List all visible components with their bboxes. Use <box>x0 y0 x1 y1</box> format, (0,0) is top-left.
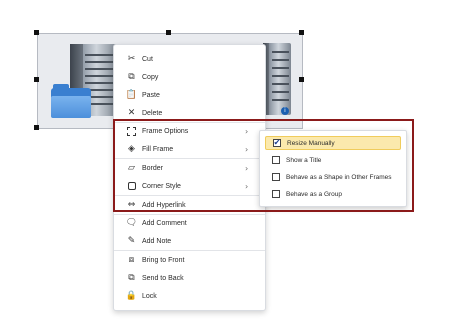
comment-icon: 🗨 <box>125 218 138 228</box>
menu-item-bring-to-front[interactable]: ⧈ Bring to Front <box>114 251 265 269</box>
frame-options-icon <box>126 126 137 137</box>
resize-handle-top-center[interactable] <box>166 30 171 35</box>
menu-item-label: Corner Style <box>142 182 181 190</box>
corner-style-icon <box>126 181 137 192</box>
checkbox[interactable] <box>272 156 280 164</box>
frame-options-submenu: ✔ Resize Manually Show a Title Behave as… <box>259 130 407 207</box>
submenu-item-show-a-title[interactable]: Show a Title <box>265 153 401 167</box>
chevron-right-icon: › <box>245 144 249 154</box>
copy-icon: ⧉ <box>128 72 135 82</box>
menu-item-add-comment[interactable]: 🗨 Add Comment <box>114 214 265 232</box>
resize-handle-top-right[interactable] <box>299 30 304 35</box>
submenu-item-behave-as-group[interactable]: Behave as a Group <box>265 187 401 201</box>
menu-item-delete[interactable]: ✕ Delete <box>114 104 265 122</box>
send-to-back-icon: ⧉ <box>128 273 135 283</box>
menu-item-label: Bring to Front <box>142 256 185 264</box>
menu-item-label: Cut <box>142 55 153 63</box>
link-icon: ⇔ <box>127 200 136 210</box>
resize-handle-middle-left[interactable] <box>34 77 39 82</box>
submenu-item-label: Resize Manually <box>287 139 335 147</box>
bring-to-front-icon: ⧈ <box>128 255 135 265</box>
menu-item-border[interactable]: ▱ Border › <box>114 159 265 177</box>
menu-item-label: Frame Options <box>142 127 189 135</box>
menu-item-label: Add Comment <box>142 219 187 227</box>
menu-item-label: Border <box>142 164 164 172</box>
folder-icon <box>51 84 91 118</box>
resize-handle-top-left[interactable] <box>34 30 39 35</box>
menu-item-paste[interactable]: 📋 Paste <box>114 86 265 104</box>
paste-icon: 📋 <box>125 90 138 100</box>
resize-handle-bottom-left[interactable] <box>34 125 39 130</box>
context-menu: ✂ Cut ⧉ Copy 📋 Paste ✕ Delete Frame Opti… <box>113 44 266 311</box>
menu-item-add-hyperlink[interactable]: ⇔ Add Hyperlink <box>114 196 265 214</box>
menu-item-add-note[interactable]: ✎ Add Note <box>114 232 265 250</box>
submenu-item-behave-as-shape[interactable]: Behave as a Shape in Other Frames <box>265 170 401 184</box>
chevron-right-icon: › <box>245 181 249 191</box>
menu-item-label: Add Note <box>142 237 172 245</box>
delete-icon: ✕ <box>127 108 136 118</box>
info-badge-icon: i <box>281 107 289 115</box>
menu-item-label: Send to Back <box>142 274 184 282</box>
scissors-icon: ✂ <box>127 54 136 64</box>
note-icon: ✎ <box>127 236 136 246</box>
lock-icon: 🔒 <box>125 291 138 301</box>
chevron-right-icon: › <box>245 163 249 173</box>
submenu-item-label: Behave as a Group <box>286 190 343 198</box>
submenu-item-label: Behave as a Shape in Other Frames <box>286 173 392 181</box>
menu-item-cut[interactable]: ✂ Cut <box>114 50 265 68</box>
resize-handle-middle-right[interactable] <box>299 77 304 82</box>
submenu-item-resize-manually[interactable]: ✔ Resize Manually <box>265 136 401 150</box>
checkbox[interactable] <box>272 190 280 198</box>
checkbox-checked[interactable]: ✔ <box>273 139 281 147</box>
menu-item-send-to-back[interactable]: ⧉ Send to Back <box>114 269 265 287</box>
menu-item-corner-style[interactable]: Corner Style › <box>114 177 265 195</box>
server-image-right: i <box>263 43 291 115</box>
menu-item-lock[interactable]: 🔒 Lock <box>114 287 265 305</box>
menu-item-frame-options[interactable]: Frame Options › <box>114 122 265 140</box>
menu-item-label: Paste <box>142 91 160 99</box>
menu-item-fill-frame[interactable]: ◈ Fill Frame › <box>114 140 265 158</box>
menu-item-label: Fill Frame <box>142 145 174 153</box>
menu-item-label: Lock <box>142 292 157 300</box>
chevron-right-icon: › <box>245 126 249 136</box>
submenu-item-label: Show a Title <box>286 156 322 164</box>
menu-item-label: Copy <box>142 73 159 81</box>
menu-item-label: Add Hyperlink <box>142 201 186 209</box>
menu-item-copy[interactable]: ⧉ Copy <box>114 68 265 86</box>
checkbox[interactable] <box>272 173 280 181</box>
fill-bucket-icon: ◈ <box>128 144 135 154</box>
border-icon: ▱ <box>128 163 135 173</box>
menu-item-label: Delete <box>142 109 163 117</box>
